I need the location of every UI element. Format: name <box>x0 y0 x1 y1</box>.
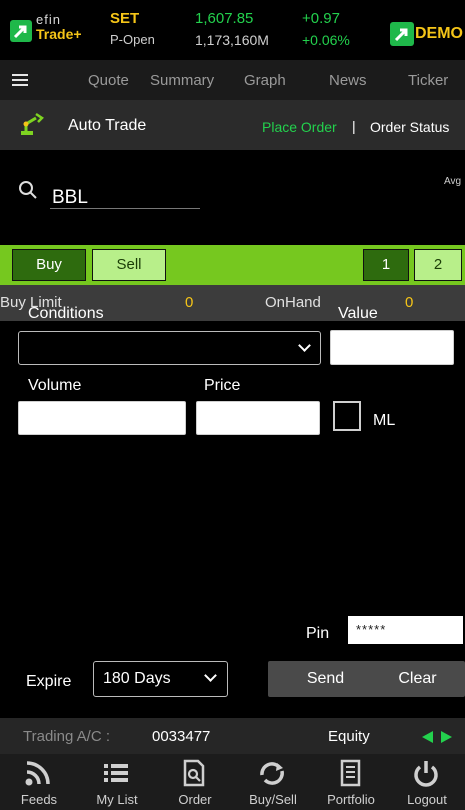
left-right-arrows-icon[interactable] <box>422 730 452 743</box>
volume-label: Volume <box>28 377 82 394</box>
demo-label: DEMO <box>415 25 463 42</box>
nav-feeds-label: Feeds <box>20 792 58 807</box>
chevron-down-icon <box>204 669 217 682</box>
page-title: Auto Trade <box>68 117 147 134</box>
rss-feed-icon <box>24 758 52 788</box>
index-value: 1,607.85 <box>195 10 254 27</box>
nav-logout-label: Logout <box>407 792 447 807</box>
expire-select-value: 180 Days <box>103 670 171 687</box>
nav-buysell[interactable]: Buy/Sell <box>234 754 312 810</box>
volume-input[interactable] <box>18 401 186 435</box>
menu-item-summary[interactable]: Summary <box>150 72 214 89</box>
price-input[interactable] <box>196 401 320 435</box>
onhand-value: 0 <box>405 294 414 311</box>
menu-item-ticker[interactable]: Ticker <box>408 72 448 89</box>
menu-item-quote[interactable]: Quote <box>88 72 129 89</box>
expire-label: Expire <box>26 673 72 690</box>
demo-arrow-icon <box>390 22 414 46</box>
price-label: Price <box>204 377 241 394</box>
buy-tab[interactable]: Buy <box>12 249 86 281</box>
account-bar: Trading A/C : 0033477 Equity <box>0 718 465 754</box>
nav-mylist[interactable]: My List <box>78 754 156 810</box>
nav-buysell-label: Buy/Sell <box>249 792 297 807</box>
account-type: Equity <box>328 728 370 745</box>
logo-trade-text: Trade+ <box>36 26 82 42</box>
expire-select[interactable]: 180 Days <box>93 661 228 697</box>
nav-mylist-label: My List <box>96 792 138 807</box>
portfolio-book-icon <box>336 758 364 788</box>
logo-arrow-icon <box>10 20 32 42</box>
pin-label: Pin <box>306 625 330 642</box>
send-button[interactable]: Send <box>268 661 383 697</box>
clear-button[interactable]: Clear <box>370 661 465 697</box>
value-input[interactable] <box>330 330 454 365</box>
order-document-icon <box>180 758 208 788</box>
market-volume: 1,173,160M <box>195 32 269 48</box>
buy-limit-value: 0 <box>185 294 194 311</box>
market-name: SET <box>110 10 140 27</box>
place-order-link[interactable]: Place Order <box>262 119 337 135</box>
pin-input[interactable]: ***** <box>348 616 463 644</box>
order-status-link[interactable]: Order Status <box>370 119 449 135</box>
bottom-nav: Feeds My List Order Buy/Sell Portfolio L… <box>0 754 465 810</box>
symbol-input[interactable]: BBL <box>52 187 88 209</box>
chevron-down-icon <box>298 339 311 352</box>
page-2-tab[interactable]: 2 <box>414 249 462 281</box>
auto-trade-bar: Auto Trade Place Order | Order Status <box>0 100 465 150</box>
nav-feeds[interactable]: Feeds <box>0 754 78 810</box>
side-selector-bar: Buy Sell 1 2 <box>0 245 465 285</box>
app-header: efin Trade+ SET P-Open 1,607.85 1,173,16… <box>0 0 465 60</box>
conditions-select[interactable] <box>18 331 321 365</box>
demo-badge: DEMO <box>390 22 463 48</box>
market-session: P-Open <box>110 32 155 47</box>
efin-trade-logo: efin Trade+ <box>10 12 108 50</box>
onhand-label: OnHand <box>265 294 321 311</box>
symbol-input-underline <box>50 208 200 209</box>
search-icon[interactable] <box>18 180 38 202</box>
link-separator: | <box>352 118 356 134</box>
order-form: Conditions Value Volume Price ML Pin ***… <box>0 305 465 710</box>
buy-sell-swap-icon <box>258 758 286 788</box>
ml-label: ML <box>373 412 396 429</box>
list-icon <box>102 758 130 788</box>
hamburger-menu-icon[interactable] <box>12 74 28 86</box>
logo-efin-text: efin <box>36 12 61 27</box>
robot-arm-icon <box>18 110 46 138</box>
value-label: Value <box>338 305 378 322</box>
account-number: 0033477 <box>152 728 211 745</box>
page-1-tab[interactable]: 1 <box>363 249 409 281</box>
nav-logout[interactable]: Logout <box>388 754 465 810</box>
nav-order[interactable]: Order <box>156 754 234 810</box>
account-label: Trading A/C : <box>23 728 110 745</box>
nav-portfolio[interactable]: Portfolio <box>312 754 390 810</box>
menu-item-graph[interactable]: Graph <box>244 72 286 89</box>
ml-checkbox[interactable] <box>333 401 361 431</box>
index-change-pct: +0.06% <box>302 32 350 48</box>
conditions-label: Conditions <box>28 305 104 322</box>
top-menu: Quote Summary Graph News Ticker <box>0 60 465 100</box>
nav-portfolio-label: Portfolio <box>327 792 375 807</box>
sell-tab[interactable]: Sell <box>92 249 166 281</box>
power-icon <box>412 758 440 788</box>
menu-item-news[interactable]: News <box>329 72 367 89</box>
nav-order-label: Order <box>178 792 212 807</box>
symbol-search-row: BBL Avg <box>0 150 465 245</box>
avg-label: Avg <box>444 176 462 187</box>
index-change: +0.97 <box>302 10 340 27</box>
